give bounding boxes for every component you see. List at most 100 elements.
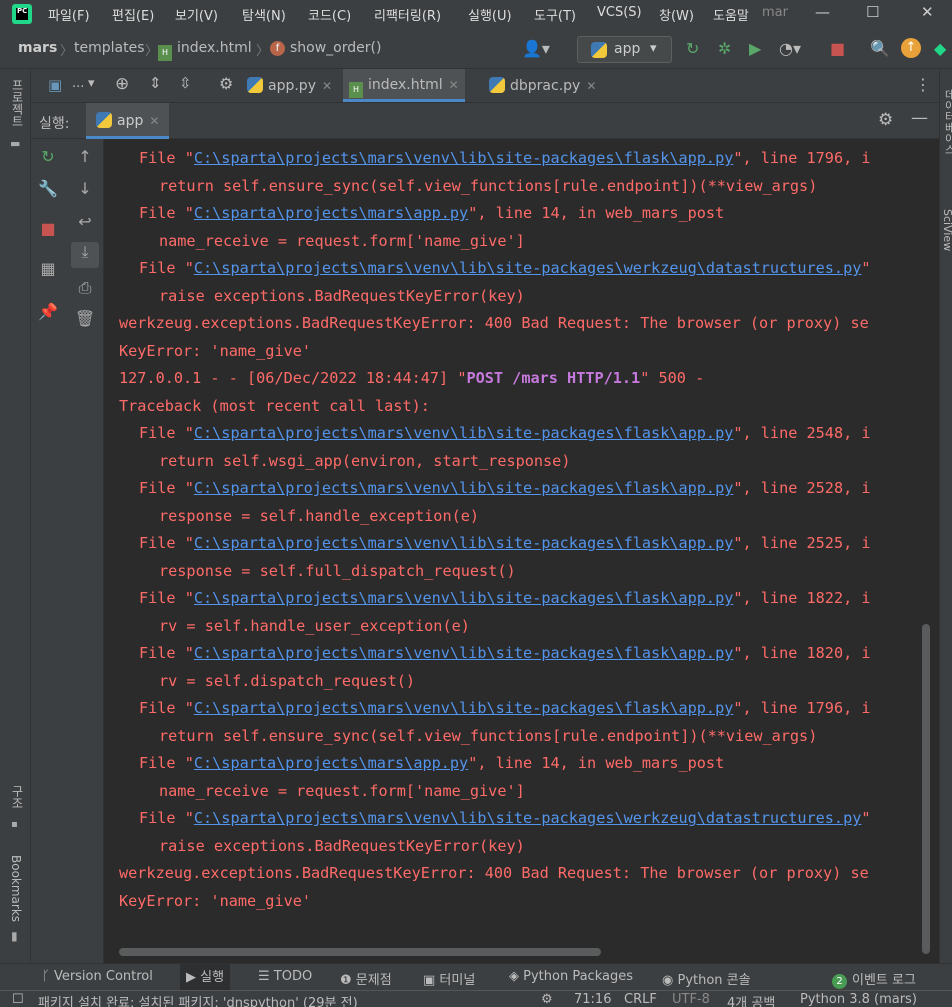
trash-icon[interactable]: 🗑 xyxy=(73,309,97,328)
jetbrains-icon[interactable]: ◆ xyxy=(934,39,946,58)
breadcrumb-file[interactable]: Hindex.html xyxy=(158,40,252,61)
bookmarks-tool-button[interactable]: Bookmarks xyxy=(9,855,23,922)
console-text: ", line 2548, i xyxy=(733,424,871,442)
minimize-icon[interactable]: — xyxy=(815,3,830,21)
python-interpreter[interactable]: Python 3.8 (mars) xyxy=(800,992,917,1007)
layout-icon[interactable]: ▦ xyxy=(36,259,60,278)
project-tool-button[interactable]: 프로젝트 xyxy=(9,79,26,127)
menu-tools[interactable]: 도구(T) xyxy=(534,5,576,24)
console-text: File " xyxy=(139,424,194,442)
arrow-up-icon[interactable]: ↑ xyxy=(73,147,97,166)
arrow-down-icon[interactable]: ↓ xyxy=(73,179,97,198)
close-icon[interactable]: ✕ xyxy=(921,3,934,21)
collapse-all-icon[interactable]: ⇳ xyxy=(179,74,192,92)
maximize-icon[interactable]: ☐ xyxy=(866,3,879,21)
menu-edit[interactable]: 편집(E) xyxy=(112,5,154,24)
run-console-output[interactable]: File "C:\sparta\projects\mars\venv\lib\s… xyxy=(104,139,939,963)
file-path-link[interactable]: C:\sparta\projects\mars\venv\lib\site-pa… xyxy=(194,534,733,552)
soft-wrap-icon[interactable]: ↩ xyxy=(73,212,97,231)
chevron-right-icon: 〉 xyxy=(256,44,270,59)
status-message[interactable]: 패키지 설치 완료: 설치된 패키지: 'dnspython' (29분 전) xyxy=(38,992,358,1007)
rerun-icon[interactable]: ↻ xyxy=(686,39,699,58)
locate-icon[interactable]: ⊕ xyxy=(115,74,129,94)
debug-icon[interactable]: ✲ xyxy=(718,39,731,58)
coverage-icon[interactable]: ▶ xyxy=(749,39,761,58)
python-console-button[interactable]: ◉ Python 콘솔 xyxy=(662,969,751,988)
console-text: Traceback (most recent call last): xyxy=(119,396,430,415)
line-separator[interactable]: CRLF xyxy=(624,992,657,1007)
pin-icon[interactable]: 📌 xyxy=(36,302,60,321)
expand-all-icon[interactable]: ⇕ xyxy=(149,74,162,92)
pycharm-logo-icon[interactable]: PC xyxy=(12,4,32,24)
more-tabs-icon[interactable]: ⋮ xyxy=(915,75,931,94)
database-tool-button[interactable]: 데이터베이스 xyxy=(941,89,952,155)
vertical-scrollbar[interactable] xyxy=(922,624,930,954)
scroll-to-end-icon[interactable]: ⤓ xyxy=(71,242,99,268)
print-icon[interactable]: ⎙ xyxy=(73,278,97,298)
file-path-link[interactable]: C:\sparta\projects\mars\venv\lib\site-pa… xyxy=(194,809,862,827)
run-tool-button[interactable]: ▶ 실행 xyxy=(180,964,231,991)
file-path-link[interactable]: C:\sparta\projects\mars\venv\lib\site-pa… xyxy=(194,699,733,717)
menu-file[interactable]: 파일(F) xyxy=(48,5,90,24)
indent-setting[interactable]: 4개 공백 xyxy=(727,992,775,1007)
file-path-link[interactable]: C:\sparta\projects\mars\venv\lib\site-pa… xyxy=(194,259,862,277)
status-toggle-icon[interactable]: ☐ xyxy=(12,992,24,1007)
project-view-label[interactable]: ... xyxy=(72,76,84,91)
problems-button[interactable]: ❶ 문제점 xyxy=(340,969,392,988)
caret-position[interactable]: 71:16 xyxy=(574,992,611,1007)
file-path-link[interactable]: C:\sparta\projects\mars\venv\lib\site-pa… xyxy=(194,149,733,167)
terminal-button[interactable]: ▣ 터미널 xyxy=(423,969,475,988)
tab-app-py[interactable]: app.py ✕ xyxy=(241,69,338,102)
project-view-icon[interactable]: ▣ xyxy=(48,76,62,94)
close-tab-icon[interactable]: ✕ xyxy=(322,79,332,93)
todo-button[interactable]: ☰ TODO xyxy=(258,969,312,984)
file-path-link[interactable]: C:\sparta\projects\mars\app.py xyxy=(194,754,468,772)
close-tab-icon[interactable]: ✕ xyxy=(449,78,459,92)
file-path-link[interactable]: C:\sparta\projects\mars\venv\lib\site-pa… xyxy=(194,424,733,442)
event-log-button[interactable]: 2 이벤트 로그 xyxy=(832,969,916,989)
chevron-down-icon[interactable]: ▾ xyxy=(88,76,95,91)
menu-code[interactable]: 코드(C) xyxy=(308,5,351,24)
file-path-link[interactable]: C:\sparta\projects\mars\app.py xyxy=(194,204,468,222)
update-icon[interactable]: ↑ xyxy=(901,38,921,58)
user-icon[interactable]: 👤▾ xyxy=(522,39,550,58)
sciview-tool-button[interactable]: SciView xyxy=(941,209,952,251)
tab-dbprac-py[interactable]: dbprac.py ✕ xyxy=(483,69,602,102)
breadcrumb-project[interactable]: mars xyxy=(18,40,57,56)
search-icon[interactable]: 🔍 xyxy=(870,39,890,58)
version-control-button[interactable]: ᚴ Version Control xyxy=(42,969,153,984)
menu-vcs[interactable]: VCS(S) xyxy=(597,5,642,20)
structure-tool-button[interactable]: 구조 xyxy=(9,785,26,809)
python-icon xyxy=(591,42,607,58)
wrench-icon[interactable]: 🔧 xyxy=(36,179,60,198)
file-encoding[interactable]: UTF-8 xyxy=(672,992,710,1007)
file-path-link[interactable]: C:\sparta\projects\mars\venv\lib\site-pa… xyxy=(194,479,733,497)
console-line: File "C:\sparta\projects\mars\venv\lib\s… xyxy=(139,805,871,832)
console-text: ", line 1820, i xyxy=(733,644,871,662)
profile-icon[interactable]: ◔▾ xyxy=(779,39,801,58)
close-tab-icon[interactable]: ✕ xyxy=(149,114,159,128)
menu-refactor[interactable]: 리팩터링(R) xyxy=(374,5,441,24)
rerun-icon[interactable]: ↻ xyxy=(36,147,60,166)
stop-icon[interactable]: ■ xyxy=(830,39,845,58)
run-tab-app[interactable]: app ✕ xyxy=(86,103,170,139)
settings-gear-icon[interactable]: ⚙ xyxy=(219,74,233,93)
stop-icon[interactable]: ■ xyxy=(36,219,60,238)
hide-panel-icon[interactable]: — xyxy=(911,108,928,128)
breadcrumb-folder[interactable]: templates xyxy=(74,40,145,56)
close-tab-icon[interactable]: ✕ xyxy=(586,79,596,93)
tab-index-html[interactable]: Hindex.html ✕ xyxy=(343,69,465,102)
run-config-select[interactable]: app ▾ xyxy=(577,36,672,63)
file-path-link[interactable]: C:\sparta\projects\mars\venv\lib\site-pa… xyxy=(194,589,733,607)
menu-view[interactable]: 보기(V) xyxy=(175,5,218,24)
python-packages-button[interactable]: ◈ Python Packages xyxy=(509,969,633,984)
file-path-link[interactable]: C:\sparta\projects\mars\venv\lib\site-pa… xyxy=(194,644,733,662)
run-tool-label: 실행 xyxy=(200,970,225,985)
menu-navigate[interactable]: 탐색(N) xyxy=(242,5,286,24)
menu-help[interactable]: 도움말 xyxy=(713,5,749,24)
horizontal-scrollbar[interactable] xyxy=(119,948,601,956)
breadcrumb-function[interactable]: f show_order() xyxy=(270,40,381,56)
menu-run[interactable]: 실행(U) xyxy=(468,5,512,24)
settings-gear-icon[interactable]: ⚙ xyxy=(878,110,893,130)
menu-window[interactable]: 창(W) xyxy=(659,5,694,24)
